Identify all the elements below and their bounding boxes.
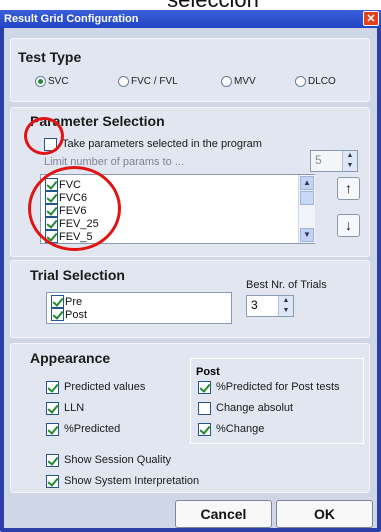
post-percent-predicted-checkbox[interactable]	[198, 381, 211, 394]
title-bar: Result Grid Configuration	[0, 10, 381, 28]
appearance-title: Appearance	[30, 350, 111, 366]
change-absolut-label: Change absolut	[216, 402, 294, 414]
scroll-down-icon[interactable]: ▼	[300, 228, 314, 242]
show-session-quality-label: Show Session Quality	[64, 454, 171, 466]
percent-change-label: %Change	[216, 423, 265, 435]
percent-predicted-label: %Predicted	[64, 423, 121, 435]
best-trials-spin-buttons[interactable]: ▲ ▼	[278, 296, 293, 316]
trial-post-label: Post	[65, 309, 88, 321]
limit-spin-buttons[interactable]: ▲ ▼	[342, 151, 357, 171]
close-button[interactable]: ✕	[363, 11, 379, 26]
percent-predicted-checkbox[interactable]	[46, 423, 59, 436]
radio-fvc-fvl-label: FVC / FVL	[131, 76, 178, 87]
best-trials-label: Best Nr. of Trials	[246, 279, 327, 291]
annotation-circle-checkbox	[24, 117, 64, 155]
trial-selection-title: Trial Selection	[30, 267, 125, 283]
trial-post-checkbox[interactable]	[51, 308, 64, 321]
close-icon: ✕	[366, 13, 376, 25]
arrow-down-icon: ↓	[345, 217, 352, 233]
radio-fvc-fvl[interactable]	[118, 76, 129, 87]
window-title: Result Grid Configuration	[4, 13, 139, 25]
best-trials-value: 3	[251, 298, 258, 312]
take-params-label: Take parameters selected in the program	[62, 138, 262, 150]
predicted-values-checkbox[interactable]	[46, 381, 59, 394]
post-group-title: Post	[196, 366, 220, 378]
trial-list[interactable]: Pre Post	[46, 292, 232, 324]
move-up-button[interactable]: ↑	[337, 177, 360, 200]
best-trials-spinner[interactable]: 3 ▲ ▼	[246, 295, 294, 317]
radio-svc[interactable]	[35, 76, 46, 87]
test-type-panel	[10, 38, 370, 102]
radio-dlco-label: DLCO	[308, 76, 336, 87]
predicted-values-label: Predicted values	[64, 381, 146, 393]
lln-checkbox[interactable]	[46, 402, 59, 415]
ok-button[interactable]: OK	[276, 500, 373, 528]
show-session-quality-checkbox[interactable]	[46, 454, 59, 467]
limit-value: 5	[315, 153, 322, 167]
percent-change-checkbox[interactable]	[198, 423, 211, 436]
show-system-interpretation-checkbox[interactable]	[46, 475, 59, 488]
scroll-up-icon[interactable]: ▲	[300, 176, 314, 190]
trial-pre-label: Pre	[65, 296, 83, 308]
trial-pre-checkbox[interactable]	[51, 295, 64, 308]
post-percent-predicted-label: %Predicted for Post tests	[216, 381, 340, 393]
move-down-button[interactable]: ↓	[337, 214, 360, 237]
radio-dlco[interactable]	[295, 76, 306, 87]
arrow-up-icon: ↑	[345, 180, 352, 196]
radio-svc-label: SVC	[48, 76, 69, 87]
parameter-list-scrollbar[interactable]: ▲ ▼	[298, 175, 315, 243]
radio-mvv-label: MVV	[234, 76, 256, 87]
scroll-thumb[interactable]	[300, 191, 314, 205]
top-caption: seleccion	[58, 0, 368, 11]
lln-label: LLN	[64, 402, 85, 414]
radio-mvv[interactable]	[221, 76, 232, 87]
change-absolut-checkbox[interactable]	[198, 402, 211, 415]
test-type-title: Test Type	[18, 49, 82, 65]
annotation-circle-params	[28, 166, 121, 251]
limit-spinner[interactable]: 5 ▲ ▼	[310, 150, 358, 172]
cancel-button[interactable]: Cancel	[175, 500, 272, 528]
show-system-interpretation-label: Show System Interpretation	[64, 475, 200, 487]
